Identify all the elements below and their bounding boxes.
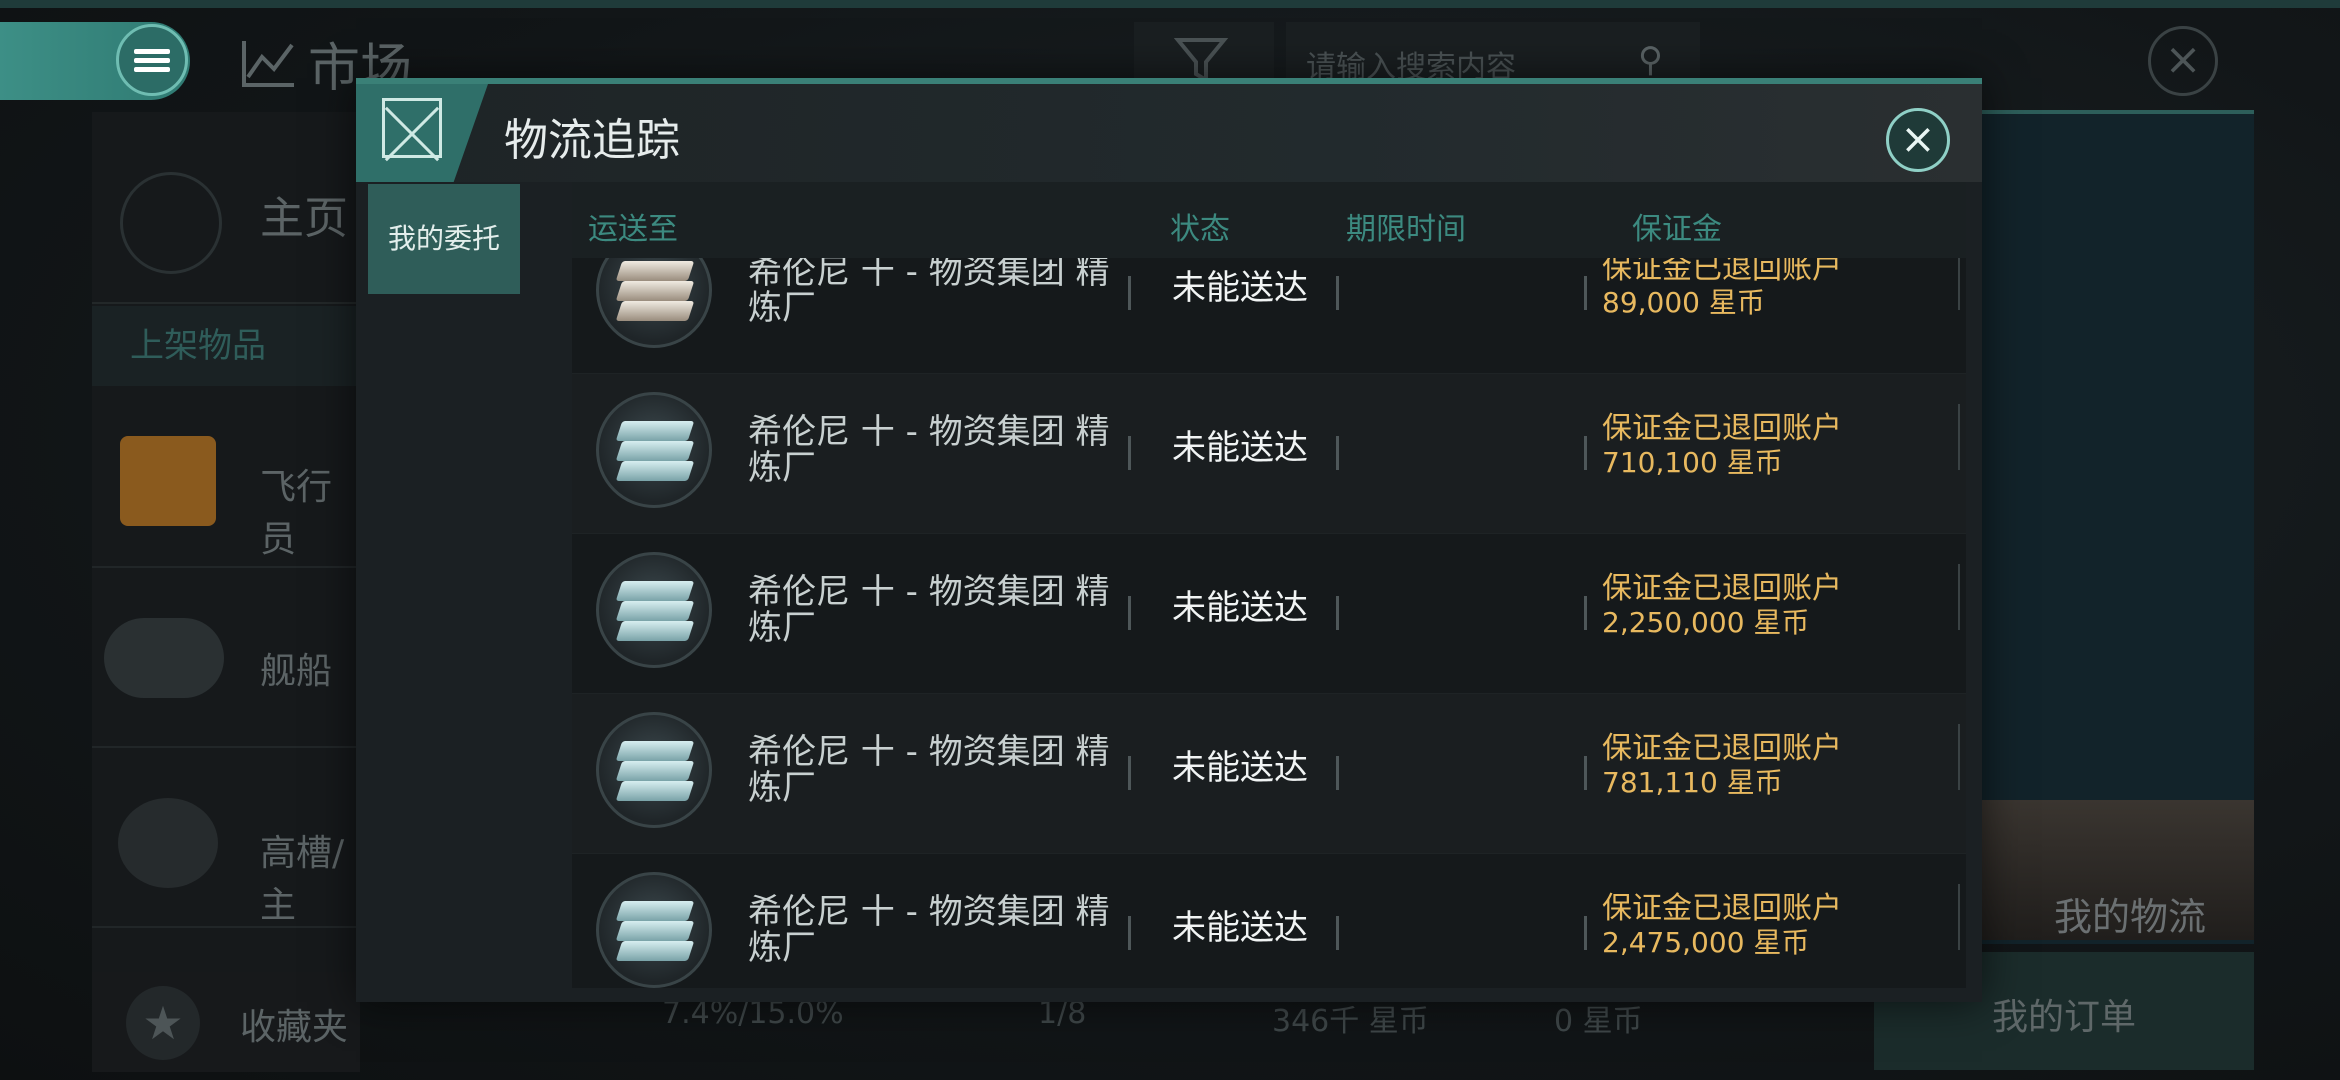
logistics-dialog: 物流追踪 × 我的委托 希伦尼 十 - 物资集团 精炼厂 未能送达 保证金已退回账户… <box>356 78 1982 1002</box>
table-header: 运送至 状态 期限时间 保证金 <box>572 182 1966 258</box>
balance: 346千 星币 <box>1272 1004 1429 1039</box>
column-separator <box>1336 436 1339 470</box>
deposit-status: 保证金已退回账户 <box>1602 731 1842 766</box>
status-text: 未能送达 <box>1172 588 1308 628</box>
tab-my-contracts[interactable]: 我的委托 <box>368 184 520 294</box>
table-rows[interactable]: 希伦尼 十 - 物资集团 精炼厂 未能送达 保证金已退回账户 89,000 星币 希伦尼… <box>572 232 1966 988</box>
deposit-info: 保证金已退回账户 781,110 星币 <box>1602 732 1842 800</box>
dialog-icon-box <box>356 84 488 182</box>
column-separator <box>1128 276 1131 310</box>
deposit-info: 保证金已退回账户 89,000 星币 <box>1602 252 1842 320</box>
column-separator <box>1128 436 1131 470</box>
hamburger-icon <box>134 45 170 76</box>
deposit-status: 保证金已退回账户 <box>1602 891 1842 926</box>
chart-line-icon <box>242 40 294 87</box>
column-separator <box>1584 276 1587 310</box>
deposit-amount: 2,475,000 星币 <box>1602 926 1810 959</box>
logistics-icon <box>382 98 442 158</box>
search-icon[interactable]: ⚲ <box>1638 40 1678 80</box>
teal-ingot-icon <box>596 872 712 988</box>
deposit-amount: 710,100 星币 <box>1602 446 1783 479</box>
dialog-header: 物流追踪 × <box>356 84 1982 182</box>
category-high-slot[interactable]: 高槽/主 <box>92 748 360 928</box>
col-deadline: 期限时间 <box>1346 212 1466 247</box>
menu-button[interactable] <box>116 24 188 96</box>
row-edge <box>1958 404 1960 470</box>
column-separator <box>1584 916 1587 950</box>
category-label: 飞行员 <box>260 467 333 560</box>
teal-ingot-icon <box>596 552 712 668</box>
status-text: 未能送达 <box>1172 268 1308 308</box>
column-separator <box>1336 756 1339 790</box>
escrow: 0 星币 <box>1554 1004 1643 1039</box>
column-separator <box>1336 596 1339 630</box>
deposit-amount: 89,000 星币 <box>1602 286 1765 319</box>
table-row[interactable]: 希伦尼 十 - 物资集团 精炼厂 未能送达 保证金已退回账户 781,110 星币 <box>572 694 1966 854</box>
deposit-status: 保证金已退回账户 <box>1602 411 1842 446</box>
deposit-status: 保证金已退回账户 <box>1602 571 1842 606</box>
status-text: 未能送达 <box>1172 748 1308 788</box>
table-row[interactable]: 希伦尼 十 - 物资集团 精炼厂 未能送达 保证金已退回账户 2,475,000 星币 <box>572 854 1966 988</box>
category-ships[interactable]: 舰船 <box>92 568 360 748</box>
col-destination: 运送至 <box>588 212 678 247</box>
column-separator <box>1336 916 1339 950</box>
deposit-info: 保证金已退回账户 710,100 星币 <box>1602 412 1842 480</box>
col-status: 状态 <box>1170 212 1230 247</box>
table-row[interactable]: 希伦尼 十 - 物资集团 精炼厂 未能送达 保证金已退回账户 2,250,000 星币 <box>572 534 1966 694</box>
status-text: 未能送达 <box>1172 428 1308 468</box>
teal-ingot-icon <box>596 392 712 508</box>
category-pilot[interactable]: 飞行员 <box>92 388 360 568</box>
home-nav[interactable]: 主页 <box>92 112 360 304</box>
deposit-info: 保证金已退回账户 2,475,000 星币 <box>1602 892 1842 960</box>
destination-text: 希伦尼 十 - 物资集团 精炼厂 <box>748 572 1110 648</box>
column-separator <box>1584 596 1587 630</box>
my-logistics-label: 我的物流 <box>2053 895 2206 939</box>
destination-text: 希伦尼 十 - 物资集团 精炼厂 <box>748 732 1110 808</box>
home-menu-icon <box>120 172 222 274</box>
col-deposit: 保证金 <box>1632 212 1722 247</box>
dialog-title: 物流追踪 <box>504 115 680 166</box>
column-separator <box>1128 596 1131 630</box>
favorites-label: 收藏夹 <box>240 1007 349 1048</box>
logistics-table: 希伦尼 十 - 物资集团 精炼厂 未能送达 保证金已退回账户 89,000 星币 希伦尼… <box>572 182 1966 988</box>
ship-icon <box>104 618 224 698</box>
column-separator <box>1584 436 1587 470</box>
listing-header: 上架物品 <box>92 306 360 386</box>
status-text: 未能送达 <box>1172 908 1308 948</box>
column-separator <box>1128 756 1131 790</box>
deposit-amount: 781,110 星币 <box>1602 766 1783 799</box>
column-separator <box>1336 276 1339 310</box>
row-edge <box>1958 724 1960 790</box>
deposit-amount: 2,250,000 星币 <box>1602 606 1810 639</box>
deposit-info: 保证金已退回账户 2,250,000 星币 <box>1602 572 1842 640</box>
market-close-button[interactable]: × <box>2148 26 2218 96</box>
teal-ingot-icon <box>596 712 712 828</box>
weapon-icon <box>118 798 218 888</box>
category-label: 高槽/主 <box>260 833 345 926</box>
row-edge <box>1958 884 1960 950</box>
destination-text: 希伦尼 十 - 物资集团 精炼厂 <box>748 252 1110 328</box>
category-label: 舰船 <box>260 651 333 692</box>
destination-text: 希伦尼 十 - 物资集团 精炼厂 <box>748 892 1110 968</box>
home-label: 主页 <box>260 193 348 244</box>
close-icon[interactable]: × <box>1886 108 1950 172</box>
star-icon: ★ <box>126 986 200 1060</box>
pilot-icon <box>120 436 216 526</box>
favorites-nav[interactable]: ★ 收藏夹 <box>92 972 360 1072</box>
destination-text: 希伦尼 十 - 物资集团 精炼厂 <box>748 412 1110 488</box>
app-screen: 市场 请输入搜索内容 ⚲ × 主页 上架物品 飞行员 舰船 高槽/主 ★ 收藏夹… <box>0 0 2340 1080</box>
table-row[interactable]: 希伦尼 十 - 物资集团 精炼厂 未能送达 保证金已退回账户 710,100 星币 <box>572 374 1966 534</box>
column-separator <box>1584 756 1587 790</box>
row-edge <box>1958 564 1960 630</box>
column-separator <box>1128 916 1131 950</box>
